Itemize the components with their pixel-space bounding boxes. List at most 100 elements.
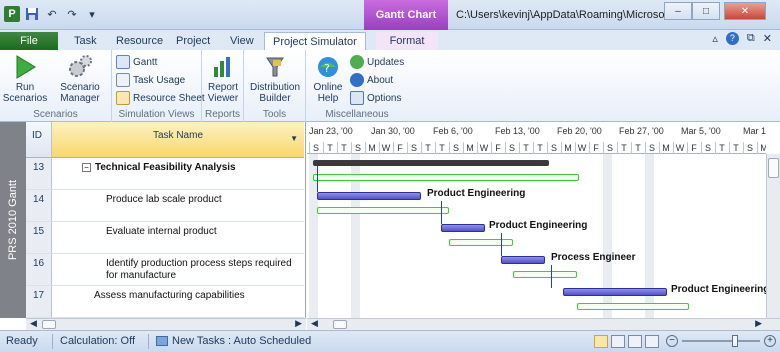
- resource-label: Product Engineering: [427, 188, 526, 199]
- status-bar: Ready Calculation: Off New Tasks : Auto …: [0, 330, 780, 352]
- tab-task[interactable]: Task: [66, 32, 105, 50]
- tab-format[interactable]: Format: [376, 32, 438, 50]
- updates-button[interactable]: Updates: [350, 55, 404, 69]
- redo-icon[interactable]: ↷: [64, 6, 80, 22]
- week-label: Feb 6, '00: [433, 126, 473, 136]
- vertical-scrollbar[interactable]: [766, 154, 780, 318]
- table-row[interactable]: 16 Identify production process steps req…: [26, 254, 304, 286]
- zoom-thumb[interactable]: [732, 335, 738, 347]
- close-window-icon[interactable]: ✕: [763, 32, 772, 45]
- help-icon[interactable]: ?: [725, 32, 739, 45]
- online-help-button[interactable]: ? Online Help: [310, 54, 346, 104]
- view-shortcuts: [594, 335, 659, 348]
- grid-horizontal-scrollbar[interactable]: ◀ ▶: [26, 318, 306, 330]
- day-label: T: [729, 142, 742, 154]
- gantt-icon: [116, 55, 130, 69]
- save-icon[interactable]: [24, 6, 40, 22]
- group-scenarios: Run Scenarios Scenario Manager Scenarios: [0, 50, 112, 122]
- scrollbar-thumb[interactable]: [333, 320, 347, 329]
- tab-file[interactable]: File: [0, 32, 58, 50]
- task-bar[interactable]: [501, 256, 545, 264]
- zoom-in-icon[interactable]: +: [764, 335, 776, 347]
- scenario-manager-button[interactable]: Scenario Manager: [52, 54, 108, 104]
- gantt-view-button[interactable]: Gantt: [116, 55, 157, 69]
- scroll-left-icon[interactable]: ◀: [30, 318, 37, 329]
- id-column-header[interactable]: ID: [26, 122, 52, 158]
- tab-view[interactable]: View: [222, 32, 262, 50]
- updates-icon: [350, 55, 364, 69]
- collapse-icon[interactable]: −: [82, 163, 91, 172]
- play-icon: [10, 54, 40, 80]
- task-bar[interactable]: [563, 288, 667, 296]
- group-simulation-views: Gantt Task Usage Resource Sheet Simulati…: [112, 50, 205, 122]
- options-button[interactable]: Options: [350, 91, 401, 105]
- table-row[interactable]: 13 − Technical Feasibility Analysis: [26, 158, 304, 190]
- scroll-right-icon[interactable]: ▶: [295, 318, 302, 329]
- row-id: 15: [26, 222, 52, 253]
- summary-bar[interactable]: [313, 160, 549, 166]
- bar-chart-icon: [208, 54, 238, 80]
- scrollbar-thumb[interactable]: [42, 320, 56, 329]
- restore-window-icon[interactable]: ⧉: [747, 32, 755, 45]
- dropdown-arrow-icon[interactable]: ▼: [290, 134, 298, 143]
- zoom-track[interactable]: [682, 335, 760, 347]
- day-label: S: [701, 142, 714, 154]
- report-viewer-button[interactable]: Report Viewer: [204, 54, 242, 104]
- row-id: 17: [26, 286, 52, 317]
- gantt-view-shortcut-icon[interactable]: [594, 335, 608, 348]
- resource-sheet-button[interactable]: Resource Sheet: [116, 91, 205, 105]
- day-label: F: [687, 142, 700, 154]
- resource-sheet-shortcut-icon[interactable]: [645, 335, 659, 348]
- team-planner-shortcut-icon[interactable]: [628, 335, 642, 348]
- info-icon: [350, 73, 364, 87]
- timescale: Jan 23, '00 Jan 30, '00 Feb 6, '00 Feb 13, …: [307, 122, 766, 154]
- resource-label: Product Engineering: [489, 220, 588, 231]
- run-scenarios-button[interactable]: Run Scenarios: [2, 54, 48, 104]
- day-label: T: [519, 142, 532, 154]
- baseline-bar: [513, 271, 577, 278]
- week-label: Mar 5, '00: [681, 126, 721, 136]
- tab-project[interactable]: Project: [168, 32, 218, 50]
- maximize-button[interactable]: □: [692, 2, 720, 20]
- minimize-ribbon-icon[interactable]: ▵: [712, 32, 718, 45]
- table-row[interactable]: 17 Assess manufacturing capabilities: [26, 286, 304, 318]
- day-label: T: [533, 142, 546, 154]
- task-bar[interactable]: [441, 224, 485, 232]
- status-separator: [52, 334, 53, 349]
- task-usage-shortcut-icon[interactable]: [611, 335, 625, 348]
- tab-project-simulator[interactable]: Project Simulator: [264, 32, 366, 50]
- task-usage-button[interactable]: Task Usage: [116, 73, 185, 87]
- group-label-scenarios: Scenarios: [33, 109, 78, 120]
- about-button[interactable]: About: [350, 73, 393, 87]
- zoom-out-icon[interactable]: −: [666, 335, 678, 347]
- task-bar[interactable]: [317, 192, 421, 200]
- project-app-icon[interactable]: P: [4, 6, 20, 22]
- new-tasks-mode[interactable]: New Tasks : Auto Scheduled: [156, 335, 311, 347]
- chart-horizontal-scrollbar[interactable]: ◀ ▶: [307, 318, 780, 330]
- close-button[interactable]: ✕: [724, 2, 766, 20]
- day-label: T: [421, 142, 434, 154]
- day-label: S: [309, 142, 322, 154]
- day-label: W: [477, 142, 490, 154]
- day-label: T: [323, 142, 336, 154]
- scroll-right-icon[interactable]: ▶: [755, 318, 762, 329]
- undo-icon[interactable]: ↶: [44, 6, 60, 22]
- distribution-builder-button[interactable]: Distribution Builder: [246, 54, 304, 104]
- minimize-button[interactable]: –: [664, 2, 692, 20]
- task-name-column-header[interactable]: Task Name ▼: [52, 122, 304, 158]
- resource-label: Product Engineering: [671, 284, 766, 295]
- context-tools-title: Gantt Chart Tools: [364, 0, 448, 51]
- customize-qat-icon[interactable]: ▾: [84, 6, 100, 22]
- row-task-name: Assess manufacturing capabilities: [94, 290, 245, 301]
- calculation-status[interactable]: Calculation: Off: [60, 335, 135, 347]
- scrollbar-thumb[interactable]: [768, 158, 779, 178]
- scroll-left-icon[interactable]: ◀: [311, 318, 318, 329]
- table-row[interactable]: 15 Evaluate internal product: [26, 222, 304, 254]
- table-row[interactable]: 14 Produce lab scale product: [26, 190, 304, 222]
- day-label: T: [617, 142, 630, 154]
- gantt-chart[interactable]: Jan 23, '00 Jan 30, '00 Feb 6, '00 Feb 13, …: [307, 122, 766, 318]
- day-label: S: [407, 142, 420, 154]
- zoom-slider[interactable]: − +: [666, 335, 776, 347]
- tab-resource[interactable]: Resource: [108, 32, 171, 50]
- day-label: W: [379, 142, 392, 154]
